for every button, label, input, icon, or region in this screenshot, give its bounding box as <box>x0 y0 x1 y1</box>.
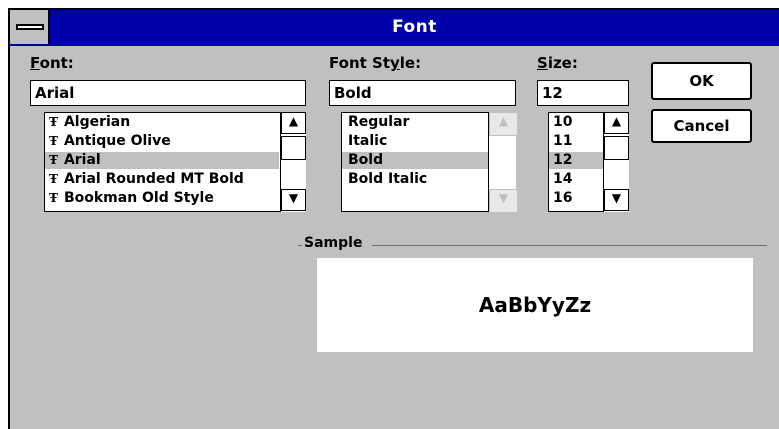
font-list[interactable]: Ŧ Algerian Ŧ Antique Olive Ŧ Arial Ŧ Arial Roun… <box>44 112 306 212</box>
size-list-item-label: 11 <box>553 133 573 149</box>
size-list-item-label: 12 <box>553 152 573 168</box>
font-style-input[interactable]: Bold <box>329 80 516 106</box>
size-input[interactable]: 12 <box>537 80 629 106</box>
font-style-scroll-down-button: ▼ <box>489 189 518 213</box>
size-list-item-label: 16 <box>553 190 573 206</box>
font-style-list-item-label: Italic <box>348 133 388 149</box>
font-scroll-up-button[interactable]: ▲ <box>281 112 306 134</box>
font-list-item[interactable]: Ŧ Algerian <box>45 114 279 131</box>
font-name-input[interactable]: Arial <box>30 80 306 106</box>
font-style-label: Font Style: <box>329 54 422 72</box>
font-style-list-item-label: Bold <box>348 152 384 168</box>
font-list-item[interactable]: Ŧ Arial Rounded MT Bold <box>45 171 279 188</box>
size-list-item[interactable]: 14 <box>549 171 603 188</box>
font-list-item[interactable]: Ŧ Arial <box>45 152 279 169</box>
system-menu-icon <box>16 24 44 30</box>
font-list-item[interactable]: Ŧ Bookman Old Style <box>45 190 279 207</box>
size-list-item-label: 10 <box>553 114 573 130</box>
size-list-item-label: 14 <box>553 171 573 187</box>
font-style-list-item[interactable]: Regular <box>342 114 488 131</box>
truetype-icon: Ŧ <box>49 134 58 148</box>
font-style-list-item[interactable]: Bold Italic <box>342 171 488 188</box>
font-style-scrollbar: ▲ ▼ <box>488 112 518 213</box>
font-list-item[interactable]: Ŧ Antique Olive <box>45 133 279 150</box>
size-list-item[interactable]: 10 <box>549 114 603 131</box>
cancel-button[interactable]: Cancel <box>651 109 752 143</box>
ok-button[interactable]: OK <box>651 62 752 100</box>
font-list-item-label: Bookman Old Style <box>63 190 214 206</box>
size-scroll-thumb[interactable] <box>604 136 629 160</box>
font-list-item-label: Antique Olive <box>63 133 171 149</box>
font-style-list-item-label: Bold Italic <box>348 171 428 187</box>
sample-label: Sample <box>304 235 363 251</box>
sample-group-line <box>372 245 767 246</box>
font-scrollbar[interactable]: ▲ ▼ <box>280 112 306 212</box>
truetype-icon: Ŧ <box>49 172 58 186</box>
font-style-scroll-up-button: ▲ <box>489 112 518 136</box>
size-scroll-up-button[interactable]: ▲ <box>604 112 629 134</box>
font-list-item-label: Arial Rounded MT Bold <box>63 171 244 187</box>
sample-group-line-left <box>298 245 302 246</box>
font-list-item-label: Algerian <box>63 114 131 130</box>
font-style-list-item-label: Regular <box>348 114 410 130</box>
size-list-item[interactable]: 12 <box>549 152 603 169</box>
size-list-item[interactable]: 11 <box>549 133 603 150</box>
size-list-item[interactable]: 16 <box>549 190 603 207</box>
font-scroll-down-button[interactable]: ▼ <box>281 189 306 211</box>
truetype-icon: Ŧ <box>49 115 58 129</box>
size-scrollbar[interactable]: ▲ ▼ <box>603 112 629 212</box>
truetype-icon: Ŧ <box>49 191 58 205</box>
font-style-list-item[interactable]: Bold <box>342 152 488 169</box>
font-list-item-label: Arial <box>63 152 101 168</box>
font-label: Font: <box>30 54 74 72</box>
font-style-list-item[interactable]: Italic <box>342 133 488 150</box>
size-scroll-down-button[interactable]: ▼ <box>604 189 629 211</box>
size-label: Size: <box>537 54 578 72</box>
font-scroll-thumb[interactable] <box>281 136 306 160</box>
sample-text: AaBbYyZz <box>478 293 592 317</box>
window-title: Font <box>392 17 437 37</box>
truetype-icon: Ŧ <box>49 153 58 167</box>
